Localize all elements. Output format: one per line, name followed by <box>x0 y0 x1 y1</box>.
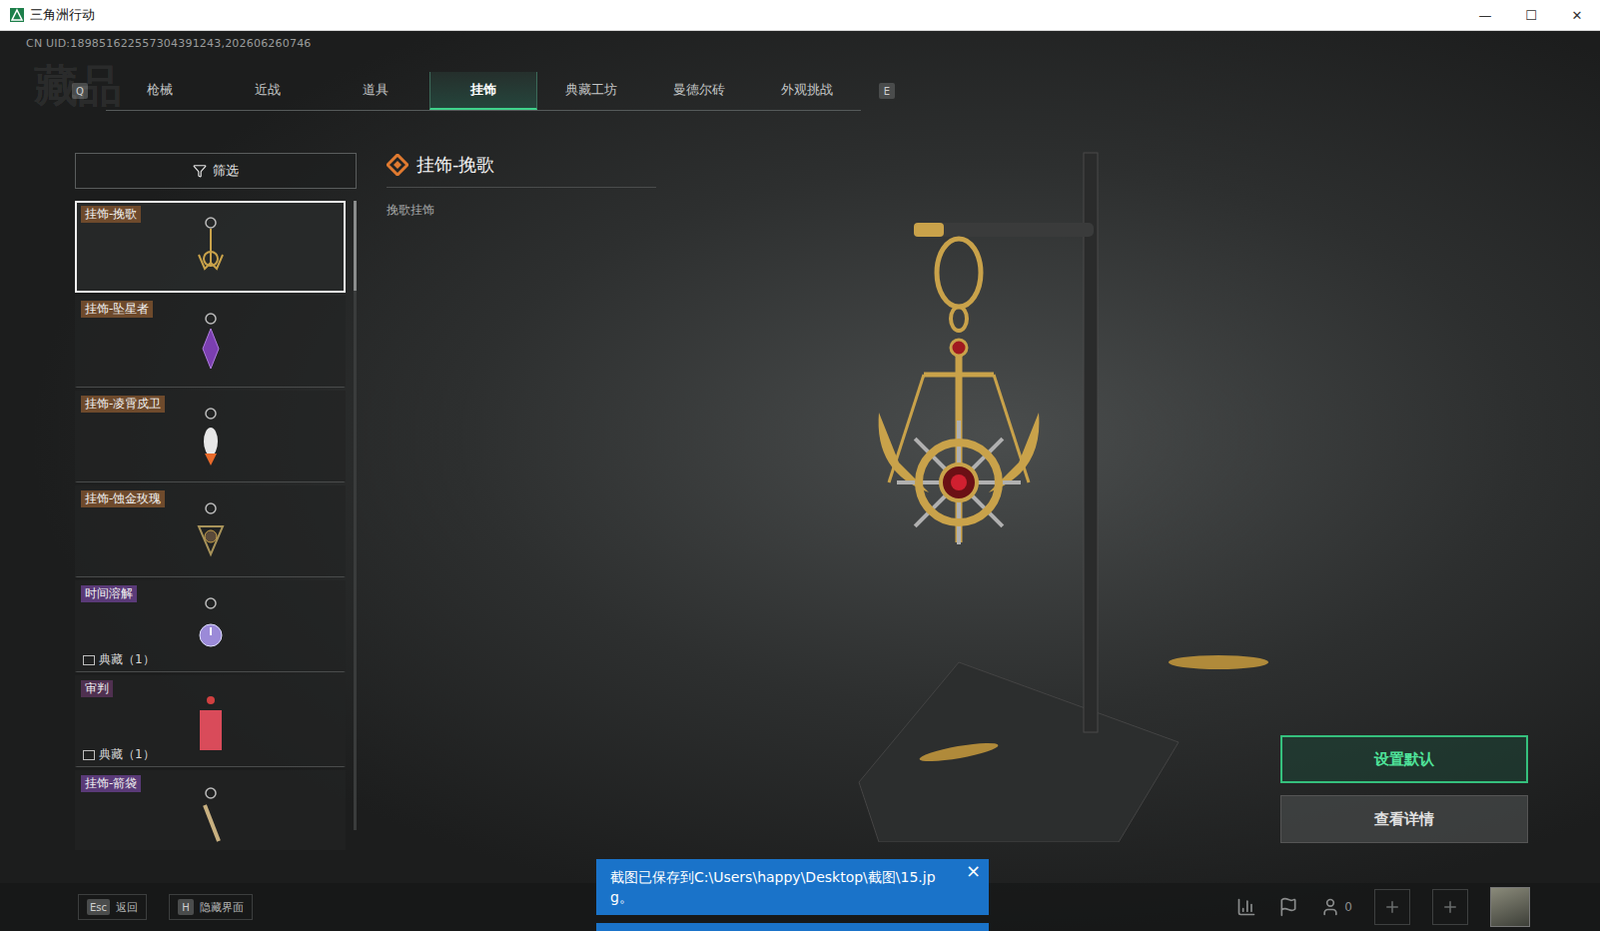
toast-close-button[interactable]: × <box>965 860 981 881</box>
tab[interactable]: 近战 <box>213 71 322 110</box>
flag-button[interactable] <box>1278 896 1299 917</box>
item-name: 挂饰-凌霄戍卫 <box>80 395 165 413</box>
main-content: 筛选挂饰-挽歌挂饰-坠星者挂饰-凌霄戍卫挂饰-蚀金玫瑰时间溶解典藏（1）审判典藏… <box>0 152 1600 883</box>
game-area: 藏品CN UID:189851622557304391243,202606260… <box>0 30 1600 931</box>
diamond-icon <box>386 153 409 176</box>
uid-label: CN UID:189851622557304391243,20260626074… <box>0 30 1600 55</box>
item-card[interactable]: 挂饰-凌霄戍卫 <box>74 390 346 483</box>
add-slot[interactable] <box>1374 888 1411 925</box>
key-hint[interactable]: Esc返回 <box>77 893 147 920</box>
anchor-charm-icon <box>877 238 1039 545</box>
key-cap: Esc <box>86 898 110 915</box>
card-charm-icon <box>190 690 231 755</box>
key-cap: H <box>177 898 194 915</box>
tab-bar: Q枪械近战道具挂饰典藏工坊曼德尔砖外观挑战E <box>71 70 1600 111</box>
anchor-charm-icon <box>190 214 231 279</box>
tab[interactable]: 道具 <box>321 71 430 110</box>
app-window: 三角洲行动—☐✕藏品CN UID:189851622557304391243,2… <box>0 0 1600 931</box>
item-name: 挂饰-箭袋 <box>80 775 141 793</box>
item-card[interactable]: 挂饰-坠星者 <box>74 295 346 388</box>
action-buttons: 设置默认查看详情 <box>1280 152 1529 883</box>
page-watermark: 藏品 <box>33 56 122 116</box>
tab[interactable]: 外观挑战 <box>753 71 861 110</box>
action-button[interactable]: 查看详情 <box>1280 795 1529 843</box>
item-card[interactable]: 时间溶解典藏（1） <box>74 580 346 673</box>
action-button[interactable]: 设置默认 <box>1280 735 1529 784</box>
filter-button[interactable]: 筛选 <box>74 152 357 189</box>
picture-icon <box>82 655 95 666</box>
collection-badge: 典藏（1） <box>82 651 155 669</box>
scrollbar-thumb[interactable] <box>353 200 357 291</box>
tab[interactable]: 曼德尔砖 <box>645 71 754 110</box>
item-list-wrap: 挂饰-挽歌挂饰-坠星者挂饰-凌霄戍卫挂饰-蚀金玫瑰时间溶解典藏（1）审判典藏（1… <box>74 200 357 850</box>
tab[interactable]: 挂饰 <box>429 71 538 110</box>
chart-icon <box>1236 896 1257 917</box>
key-hint[interactable]: H隐藏界面 <box>168 893 253 920</box>
plus-icon <box>1441 897 1460 916</box>
item-card[interactable]: 审判典藏（1） <box>74 675 346 768</box>
collection-badge: 典藏（1） <box>82 746 155 764</box>
title-bar: 三角洲行动—☐✕ <box>0 0 1600 31</box>
rose-charm-icon <box>190 500 231 565</box>
tab[interactable]: 典藏工坊 <box>537 71 646 110</box>
item-name: 时间溶解 <box>80 585 137 603</box>
screenshot-toast: 截图已保存到C:\Users\happy\Desktop\截图\15.jpg。× <box>596 858 989 931</box>
item-name: 审判 <box>80 680 113 698</box>
item-name: 挂饰-蚀金玫瑰 <box>80 490 165 508</box>
rocket-charm-icon <box>190 405 231 470</box>
charm-scene <box>656 142 1281 883</box>
add-slot[interactable] <box>1432 888 1469 925</box>
detail-stage: 挂饰-挽歌挽歌挂饰设置默认查看详情 <box>356 152 1600 883</box>
toast-message: 截图已保存到C:\Users\happy\Desktop\截图\15.jpg。× <box>596 858 989 915</box>
detail-info: 挂饰-挽歌挽歌挂饰 <box>386 152 657 883</box>
scrollbar[interactable] <box>353 200 357 830</box>
clock-charm-icon <box>190 595 231 660</box>
tabs: 枪械近战道具挂饰典藏工坊曼德尔砖外观挑战 <box>105 71 861 111</box>
item-name: 挂饰-坠星者 <box>80 300 153 318</box>
item-card[interactable]: 挂饰-挽歌 <box>74 200 346 293</box>
friends-button[interactable]: 0 <box>1320 896 1353 917</box>
flag-icon <box>1278 896 1299 917</box>
crystal-charm-icon <box>190 310 231 375</box>
person-icon <box>1320 896 1341 917</box>
charm-display-stand-icon <box>659 142 1279 842</box>
item-card[interactable]: 挂饰-蚀金玫瑰 <box>74 485 346 578</box>
item-list: 挂饰-挽歌挂饰-坠星者挂饰-凌霄戍卫挂饰-蚀金玫瑰时间溶解典藏（1）审判典藏（1… <box>74 200 346 850</box>
item-panel: 筛选挂饰-挽歌挂饰-坠星者挂饰-凌霄戍卫挂饰-蚀金玫瑰时间溶解典藏（1）审判典藏… <box>74 152 357 883</box>
picture-icon <box>82 750 95 761</box>
game-logo-icon <box>9 7 24 22</box>
window-control-button[interactable]: — <box>1462 7 1509 23</box>
next-tab-key[interactable]: E <box>878 82 895 99</box>
tab[interactable]: 枪械 <box>105 71 214 110</box>
plus-icon <box>1383 897 1402 916</box>
detail-subtitle: 挽歌挂饰 <box>386 201 657 219</box>
toast-strip <box>596 922 989 931</box>
detail-title: 挂饰-挽歌 <box>386 152 657 188</box>
item-name: 挂饰-挽歌 <box>80 205 141 223</box>
filter-icon <box>192 163 207 178</box>
quiver-charm-icon <box>190 785 231 849</box>
window-control-button[interactable]: ☐ <box>1508 7 1555 23</box>
stats-button[interactable] <box>1236 896 1257 917</box>
window-title: 三角洲行动 <box>29 5 1463 24</box>
window-control-button[interactable]: ✕ <box>1554 7 1600 23</box>
player-avatar[interactable] <box>1490 886 1531 927</box>
item-card[interactable]: 挂饰-箭袋 <box>74 770 346 850</box>
